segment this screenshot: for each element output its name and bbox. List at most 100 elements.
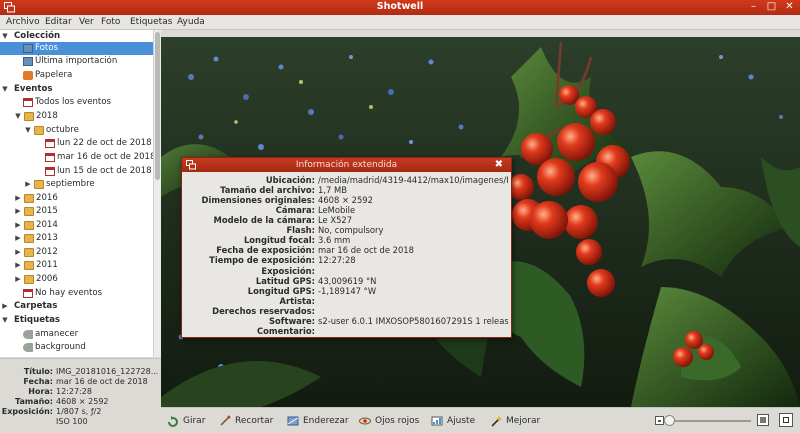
tag-icon — [23, 330, 33, 339]
info-row: Modelo de la cámara: Le X527 — [213, 215, 353, 225]
menu-archivo[interactable]: Archivo — [6, 17, 40, 27]
title-bar: Shotwell – □ ✕ — [0, 0, 800, 15]
import-icon — [23, 57, 33, 66]
sidebar-item-todos-eventos[interactable]: Todos los eventos — [0, 96, 153, 109]
sidebar-item-septiembre[interactable]: ▶ septiembre — [0, 178, 153, 191]
info-row: Exposición: — [261, 266, 315, 276]
sidebar-item-papelera[interactable]: Papelera — [0, 69, 153, 82]
folder-icon — [24, 234, 34, 243]
calendar-icon — [45, 167, 55, 176]
minimize-button[interactable]: – — [747, 1, 760, 13]
close-button[interactable]: ✕ — [783, 1, 796, 13]
calendar-icon — [45, 139, 55, 148]
info-row: Longitud GPS: -1,189147 °W — [247, 286, 377, 296]
calendar-icon — [23, 289, 33, 298]
rotate-icon — [168, 416, 178, 427]
info-row: Longitud focal: 3.6 mm — [243, 235, 351, 245]
expand-arrow-icon[interactable]: ▼ — [1, 83, 9, 96]
menu-ver[interactable]: Ver — [79, 17, 94, 27]
folder-icon — [24, 207, 34, 216]
sidebar-item-event-day[interactable]: mar 16 de oct de 2018 — [0, 151, 153, 164]
sidebar-item-2016[interactable]: ▶ 2016 — [0, 192, 153, 205]
info-row: Fecha de exposición: mar 16 de oct de 201… — [216, 245, 414, 255]
editing-toolbar: Girar Recortar Enderezar Ojos rojos Ajus… — [161, 407, 800, 433]
info-row: Tamaño del archivo: 1,7 MB — [220, 185, 347, 195]
collapse-arrow-icon[interactable]: ▶ — [14, 205, 22, 218]
info-row: Software: s2-user 6.0.1 IMXOSOP5801607291… — [269, 316, 508, 326]
dialog-title: Información extendida — [295, 160, 398, 170]
fullscreen-icon[interactable] — [779, 413, 793, 427]
menu-bar: Archivo Editar Ver Foto Etiquetas Ayuda — [0, 15, 800, 30]
scrollbar-thumb[interactable] — [155, 32, 160, 180]
info-row: Ubicación:/media/madrid/4319-4412/max10/… — [265, 175, 508, 185]
magic-wand-icon — [491, 416, 502, 427]
folder-icon — [24, 221, 34, 230]
trash-icon — [23, 71, 33, 80]
info-row: Comentario: — [256, 326, 315, 336]
section-etiquetas[interactable]: ▼ Etiquetas — [0, 314, 153, 327]
viewer-margin — [161, 30, 800, 37]
sidebar-item-tag[interactable]: background — [0, 341, 153, 354]
sidebar-item-2006[interactable]: ▶ 2006 — [0, 273, 153, 286]
meta-row: Título: IMG_20181016_122728... — [23, 367, 159, 376]
sidebar-scrollbar[interactable] — [153, 30, 161, 357]
sidebar-item-tag[interactable]: amanecer — [0, 328, 153, 341]
section-eventos[interactable]: ▼ Eventos — [0, 83, 153, 96]
sidebar-item-2015[interactable]: ▶ 2015 — [0, 205, 153, 218]
sidebar-item-event-day[interactable]: lun 15 de oct de 2018 — [0, 165, 153, 178]
tag-icon — [23, 343, 33, 352]
info-row: Artista: — [279, 296, 315, 306]
collapse-arrow-icon[interactable]: ▶ — [14, 219, 22, 232]
collapse-arrow-icon[interactable]: ▶ — [24, 178, 32, 191]
eye-icon — [359, 417, 371, 425]
meta-row: ISO 100 — [56, 417, 88, 426]
zoom-slider-handle[interactable] — [664, 415, 675, 426]
expand-arrow-icon[interactable]: ▼ — [1, 314, 9, 327]
collapse-arrow-icon[interactable]: ▶ — [14, 246, 22, 259]
meta-row: Tamaño: 4608 × 2592 — [15, 397, 109, 406]
info-row: Flash: No, compulsory — [286, 225, 384, 235]
extended-info-dialog: Información extendida ✖ Ubicación:/media… — [181, 157, 512, 338]
meta-row: Hora: 12:27:28 — [28, 387, 92, 396]
collapse-arrow-icon[interactable]: ▶ — [14, 232, 22, 245]
menu-editar[interactable]: Editar — [45, 17, 72, 27]
sidebar-item-no-events[interactable]: No hay eventos — [0, 287, 153, 300]
menu-etiquetas[interactable]: Etiquetas — [130, 17, 172, 27]
sidebar-item-2011[interactable]: ▶ 2011 — [0, 259, 153, 272]
collapse-arrow-icon[interactable]: ▶ — [14, 192, 22, 205]
calendar-icon — [45, 153, 55, 162]
dialog-title-bar[interactable]: Información extendida ✖ — [182, 158, 511, 172]
expand-arrow-icon[interactable]: ▼ — [24, 124, 32, 137]
menu-foto[interactable]: Foto — [101, 17, 120, 27]
calendar-icon — [23, 98, 33, 107]
sidebar-item-octubre[interactable]: ▼ octubre — [0, 124, 153, 137]
dialog-close-icon[interactable]: ✖ — [495, 158, 503, 172]
folder-icon — [24, 194, 34, 203]
folder-icon — [24, 275, 34, 284]
section-carpetas[interactable]: ▶ Carpetas — [0, 300, 153, 313]
collapse-arrow-icon[interactable]: ▶ — [14, 273, 22, 286]
sidebar-item-2013[interactable]: ▶ 2013 — [0, 232, 153, 245]
collapse-arrow-icon[interactable]: ▶ — [1, 300, 9, 313]
sidebar-item-fotos[interactable]: Fotos — [0, 42, 153, 55]
expand-arrow-icon[interactable]: ▼ — [14, 110, 22, 123]
maximize-button[interactable]: □ — [765, 1, 778, 13]
dialog-app-icon — [186, 160, 196, 170]
sidebar-item-ultima-importacion[interactable]: Última importación — [0, 55, 153, 68]
sidebar-item-2014[interactable]: ▶ 2014 — [0, 219, 153, 232]
info-row: Latitud GPS: 43,009619 °N — [255, 276, 377, 286]
sidebar: ▼ Colección Fotos Última importación Pap… — [0, 30, 153, 357]
sidebar-item-2012[interactable]: ▶ 2012 — [0, 246, 153, 259]
info-row: Dimensiones originales: 4608 × 2592 — [201, 195, 373, 205]
sidebar-item-2018[interactable]: ▼ 2018 — [0, 110, 153, 123]
zoom-out-icon[interactable] — [655, 416, 664, 425]
zoom-slider-track[interactable] — [669, 420, 751, 422]
menu-ayuda[interactable]: Ayuda — [177, 17, 205, 27]
collapse-arrow-icon[interactable]: ▶ — [14, 259, 22, 272]
folder-icon — [24, 248, 34, 257]
meta-row: Exposición: 1/807 s, ƒ/2 — [1, 407, 102, 416]
sidebar-item-event-day[interactable]: lun 22 de oct de 2018 — [0, 137, 153, 150]
zoom-in-icon[interactable] — [757, 414, 769, 426]
meta-row: Fecha: mar 16 de oct de 2018 — [23, 377, 148, 386]
folder-icon — [34, 180, 44, 189]
